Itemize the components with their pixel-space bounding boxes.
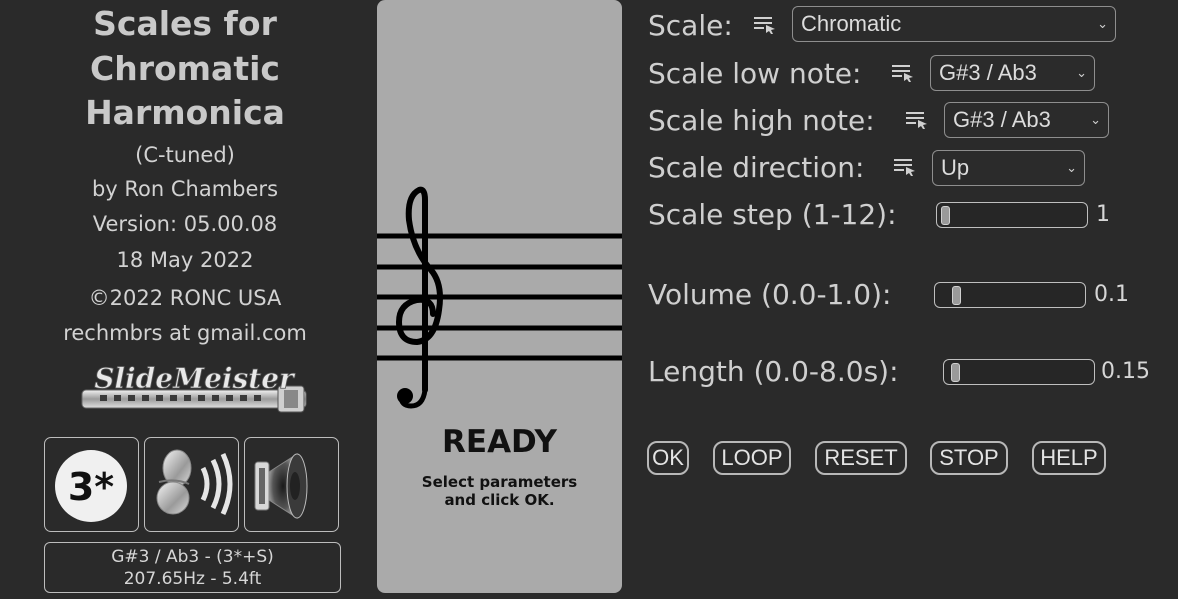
- tuning-text: (C-tuned): [135, 143, 235, 167]
- staff-panel: READY Select parameters and click OK.: [377, 0, 622, 593]
- length-label: Length (0.0-8.0s):: [648, 355, 899, 388]
- volume-label: Volume (0.0-1.0):: [648, 278, 892, 311]
- status-text: READY: [442, 424, 557, 460]
- high-note-select[interactable]: G#3 / Ab3 ⌄: [944, 102, 1109, 138]
- speaker-icon: [254, 453, 308, 519]
- app-title-line-1: Scales for: [93, 4, 277, 43]
- direction-label: Scale direction:: [648, 151, 865, 184]
- scale-select-value: Chromatic: [801, 11, 902, 36]
- scale-label: Scale:: [648, 9, 733, 42]
- direction-select[interactable]: Up ⌄: [932, 150, 1085, 186]
- chevron-down-icon: ⌄: [1076, 65, 1087, 80]
- note-readout-line-2: 207.65Hz - 5.4ft: [123, 569, 262, 589]
- app-title-line-2: Chromatic: [90, 49, 280, 88]
- music-staff: [377, 186, 622, 409]
- chevron-down-icon: ⌄: [1066, 160, 1077, 175]
- hole-number-icon: 3*: [55, 450, 127, 522]
- status-message-line-1: Select parameters: [421, 473, 578, 491]
- harmonica-sound-icon: [156, 449, 233, 516]
- speaker-box[interactable]: [244, 437, 339, 532]
- info-column: Scales for Chromatic Harmonica (C-tuned)…: [0, 0, 370, 599]
- contact-text: rechmbrs at gmail.com: [63, 321, 307, 345]
- reset-button[interactable]: RESET: [815, 441, 907, 475]
- list-menu-icon: [906, 112, 927, 129]
- hole-number-box[interactable]: 3*: [44, 437, 139, 532]
- status-message-line-2: and click OK.: [444, 491, 555, 509]
- list-menu-icon: [892, 65, 913, 82]
- scale-select[interactable]: Chromatic ⌄: [792, 6, 1116, 42]
- author-text: by Ron Chambers: [91, 177, 279, 201]
- sound-box[interactable]: [144, 437, 239, 532]
- hole-number-label: 3*: [68, 465, 114, 509]
- chevron-down-icon: ⌄: [1090, 112, 1101, 127]
- step-slider-thumb[interactable]: [941, 206, 950, 225]
- low-note-label: Scale low note:: [648, 57, 862, 90]
- ok-button[interactable]: OK: [647, 441, 689, 475]
- date-text: 18 May 2022: [116, 248, 254, 272]
- low-note-select[interactable]: G#3 / Ab3 ⌄: [930, 55, 1095, 91]
- stop-button[interactable]: STOP: [930, 441, 1008, 475]
- step-value: 1: [1096, 202, 1110, 227]
- step-slider[interactable]: [936, 202, 1088, 228]
- status-message: Select parameters and click OK.: [377, 473, 622, 509]
- volume-value: 0.1: [1094, 282, 1129, 307]
- step-label: Scale step (1-12):: [648, 198, 897, 231]
- length-slider-thumb[interactable]: [950, 363, 960, 382]
- app-window: Scales for Chromatic Harmonica (C-tuned)…: [0, 0, 1178, 599]
- slidemeister-logo: SlideMeister: [81, 362, 307, 413]
- length-slider[interactable]: [943, 359, 1095, 385]
- low-note-select-value: G#3 / Ab3: [939, 60, 1037, 85]
- note-readout: G#3 / Ab3 - (3*+S) 207.65Hz - 5.4ft: [44, 542, 341, 593]
- list-menu-icon: [894, 159, 915, 176]
- direction-select-value: Up: [941, 155, 970, 180]
- high-note-label: Scale high note:: [648, 104, 875, 137]
- chevron-down-icon: ⌄: [1097, 16, 1108, 31]
- volume-slider-thumb[interactable]: [952, 286, 962, 305]
- length-value: 0.15: [1101, 359, 1150, 384]
- high-note-select-value: G#3 / Ab3: [953, 107, 1051, 132]
- list-menu-icon: [754, 17, 775, 34]
- version-text: Version: 05.00.08: [92, 212, 278, 236]
- copyright-text: ©2022 RONC USA: [88, 286, 282, 310]
- app-title-line-3: Harmonica: [85, 93, 285, 132]
- volume-slider[interactable]: [934, 282, 1086, 308]
- help-button[interactable]: HELP: [1032, 441, 1106, 475]
- logo-text: SlideMeister: [94, 362, 296, 395]
- note-readout-line-1: G#3 / Ab3 - (3*+S): [111, 547, 274, 567]
- loop-button[interactable]: LOOP: [713, 441, 791, 475]
